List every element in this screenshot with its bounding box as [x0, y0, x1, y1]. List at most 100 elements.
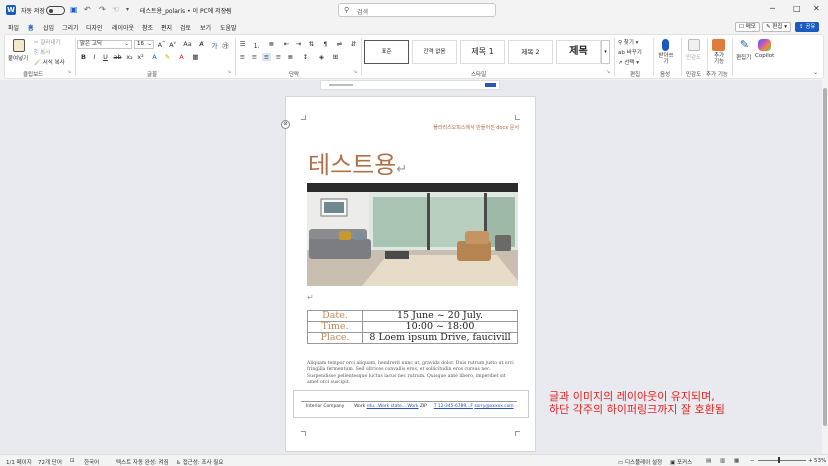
- replace-button[interactable]: ab 바꾸기: [618, 48, 642, 56]
- save-icon[interactable]: ▣: [70, 5, 78, 14]
- line-spacing-icon[interactable]: ↕: [301, 53, 310, 61]
- font-color-icon[interactable]: A: [177, 53, 186, 61]
- borders-icon[interactable]: ⊞: [331, 53, 340, 61]
- clipboard-launcher-icon[interactable]: ↘: [67, 69, 71, 75]
- tab-design[interactable]: 디자인: [86, 23, 103, 32]
- style-heading-2[interactable]: 제목 2: [508, 40, 553, 64]
- italic-icon[interactable]: I: [90, 53, 99, 61]
- footer-work-link[interactable]: rdu...Work state....Work: [367, 404, 419, 409]
- editor-icon[interactable]: ✎: [738, 39, 751, 51]
- time-value[interactable]: 10:00 ~ 18:00: [362, 321, 518, 333]
- tab-review[interactable]: 검토: [180, 23, 191, 32]
- language[interactable]: 한국어: [84, 458, 99, 466]
- text-effects-icon[interactable]: A: [150, 53, 159, 61]
- phonetic-guide-icon[interactable]: 가: [210, 40, 219, 50]
- read-mode-icon[interactable]: ▤: [706, 458, 711, 464]
- grow-font-icon[interactable]: A^: [157, 40, 166, 49]
- character-shading-icon[interactable]: ▦: [191, 53, 200, 61]
- styles-launcher-icon[interactable]: ↘: [606, 69, 610, 75]
- underline-icon[interactable]: U: [101, 53, 110, 61]
- living-room-photo[interactable]: [307, 183, 518, 286]
- clear-formatting-icon[interactable]: A̸: [197, 40, 206, 48]
- subscript-icon[interactable]: x₂: [125, 53, 134, 61]
- web-layout-icon[interactable]: ▦: [734, 458, 739, 464]
- shrink-font-icon[interactable]: Av: [168, 40, 177, 49]
- autosave-toggle[interactable]: [46, 6, 65, 15]
- addins-icon[interactable]: [712, 39, 725, 51]
- decrease-indent-icon[interactable]: ⇤: [282, 40, 291, 48]
- minimize-button[interactable]: ─: [770, 4, 775, 13]
- document-title[interactable]: 테스트용_polaris • 이 PC에 저장됨: [140, 6, 232, 15]
- close-button[interactable]: ✕: [813, 4, 820, 13]
- text-direction-icon[interactable]: ⇵: [349, 40, 358, 48]
- copilot-icon[interactable]: [758, 39, 771, 51]
- tab-file[interactable]: 파일: [8, 23, 19, 32]
- copilot-button[interactable]: Copilot: [755, 53, 774, 59]
- style-normal[interactable]: 표준: [364, 40, 409, 64]
- body-paragraph[interactable]: Aliquam tempor orci aliquam, hendrerit n…: [307, 361, 518, 387]
- footer-tel-link[interactable]: T 12-345-6789...F: [434, 404, 473, 409]
- tab-draw[interactable]: 그리기: [62, 23, 79, 32]
- focus-button[interactable]: ▣ 포커스: [670, 458, 692, 466]
- asian-layout-icon[interactable]: ⇌: [335, 40, 344, 48]
- paste-button[interactable]: 붙여넣기: [8, 54, 28, 62]
- align-left-icon[interactable]: ≡: [238, 53, 247, 61]
- enclose-characters-icon[interactable]: ㉮: [221, 40, 230, 50]
- chevron-down-icon[interactable]: ⌄: [224, 6, 229, 13]
- zoom-in-icon[interactable]: +: [808, 458, 813, 464]
- style-no-spacing[interactable]: 간격 없음: [412, 40, 457, 64]
- page-count[interactable]: 1/1 페이지: [6, 458, 32, 466]
- place-value[interactable]: 8 Loem ipsum Drive, faucivill: [362, 332, 518, 344]
- editor-button[interactable]: 편집기: [736, 53, 751, 61]
- word-count[interactable]: 72개 단어: [38, 458, 62, 466]
- style-title[interactable]: 제목: [556, 40, 601, 64]
- strikethrough-icon[interactable]: ab: [113, 53, 122, 61]
- find-button[interactable]: ⚲ 찾기 ▾: [618, 38, 638, 46]
- bullets-icon[interactable]: ☰: [238, 40, 247, 48]
- sensitivity-button[interactable]: 민감도: [686, 53, 701, 61]
- align-right-icon[interactable]: ≡: [262, 53, 271, 61]
- tab-home[interactable]: 홈: [28, 23, 34, 35]
- comments-button[interactable]: ☐ 메모: [735, 22, 760, 32]
- accessibility-status[interactable]: ♿ 접근성: 조사 필요: [176, 458, 223, 466]
- print-layout-icon[interactable]: ▥: [720, 458, 725, 464]
- redo-icon[interactable]: ↷: [99, 5, 106, 14]
- customize-toolbar-icon[interactable]: ▾: [126, 6, 129, 13]
- tab-mailings[interactable]: 편지: [161, 23, 172, 32]
- style-heading-1[interactable]: 제목 1: [460, 40, 505, 64]
- multilevel-list-icon[interactable]: ≣: [267, 40, 276, 48]
- editing-mode-button[interactable]: ✎ 편집 ▾: [762, 22, 791, 32]
- footer-email-link[interactable]: sorry@xxxxx.com: [474, 404, 513, 409]
- display-settings-button[interactable]: ▭ 디스플레이 설정: [618, 458, 662, 466]
- tab-references[interactable]: 참조: [142, 23, 153, 32]
- scrollbar-thumb[interactable]: [823, 88, 827, 426]
- share-button[interactable]: ⇪ 공유: [795, 22, 820, 32]
- tab-help[interactable]: 도움말: [220, 23, 237, 32]
- cut-button[interactable]: ✂ 잘라내기: [34, 38, 61, 46]
- select-button[interactable]: ➚ 선택 ▾: [618, 58, 639, 66]
- dictate-button[interactable]: 받아쓰기: [658, 53, 674, 65]
- distributed-icon[interactable]: ≣: [286, 53, 295, 61]
- justify-icon[interactable]: ≡: [274, 53, 283, 61]
- touch-mode-icon[interactable]: ☜: [112, 5, 119, 14]
- copy-button[interactable]: ⎘ 복사: [34, 48, 50, 57]
- font-launcher-icon[interactable]: ↘: [227, 69, 231, 75]
- shading-icon[interactable]: ◈: [317, 53, 326, 61]
- tab-layout[interactable]: 레이아웃: [112, 23, 134, 32]
- font-name-dropdown[interactable]: 맑은 고딕 ⌄: [77, 40, 132, 49]
- styles-more-icon[interactable]: ▾: [601, 40, 610, 64]
- numbering-icon[interactable]: ⒈: [252, 40, 261, 50]
- paste-icon[interactable]: [13, 39, 25, 52]
- undo-icon[interactable]: ↶: [84, 5, 91, 14]
- font-size-dropdown[interactable]: 16 ⌄: [134, 40, 154, 49]
- sensitivity-icon[interactable]: [688, 39, 700, 51]
- zoom-out-icon[interactable]: −: [750, 458, 755, 464]
- zoom-level[interactable]: 53%: [814, 458, 826, 464]
- zoom-slider[interactable]: [758, 460, 806, 461]
- search-box[interactable]: ⚲ 검색: [338, 3, 496, 17]
- microphone-icon[interactable]: [662, 39, 669, 51]
- increase-indent-icon[interactable]: ⇥: [294, 40, 303, 48]
- maximize-button[interactable]: □: [793, 4, 801, 13]
- zoom-slider-thumb[interactable]: [778, 457, 780, 463]
- bold-icon[interactable]: B: [79, 53, 88, 61]
